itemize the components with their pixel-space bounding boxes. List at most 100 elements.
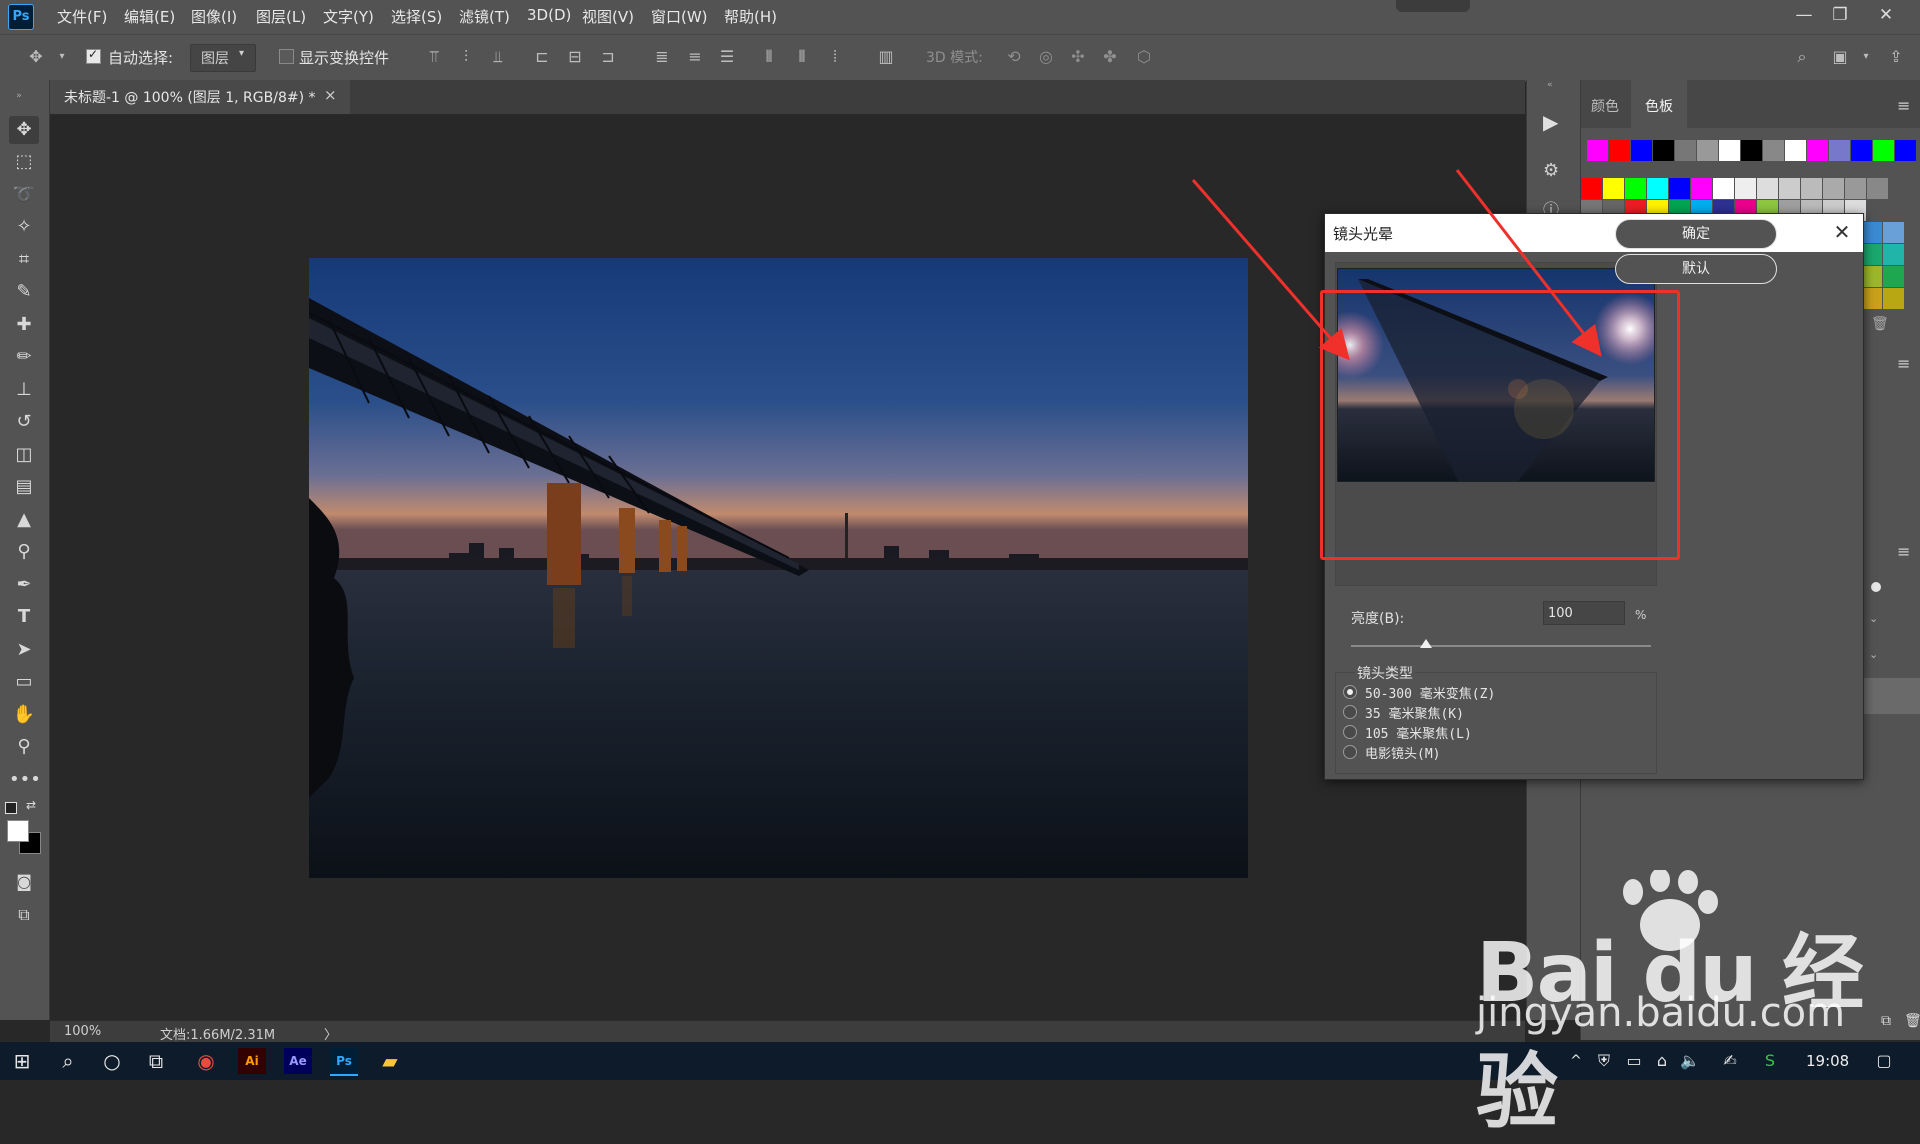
marquee-tool-icon[interactable]: ⬚ xyxy=(9,148,39,176)
ok-button[interactable]: 确定 xyxy=(1615,219,1777,249)
brightness-input[interactable] xyxy=(1543,601,1625,625)
close-icon[interactable]: ✕ xyxy=(1829,219,1855,245)
close-window-icon[interactable]: ✕ xyxy=(1866,2,1906,28)
swatch[interactable] xyxy=(1757,178,1778,199)
type-tool-icon[interactable]: T xyxy=(9,603,39,631)
swatch[interactable] xyxy=(1669,178,1690,199)
magic-wand-tool-icon[interactable]: ✧ xyxy=(9,213,39,241)
distribute-vcenter-icon[interactable]: ≡ xyxy=(685,47,705,67)
illustrator-icon[interactable]: Ai xyxy=(238,1048,266,1074)
align-vcenter-icon[interactable]: ⫶ xyxy=(456,47,476,67)
dialog-titlebar[interactable] xyxy=(1325,214,1863,252)
search-icon[interactable]: ⌕ xyxy=(54,1048,82,1074)
menu-image[interactable]: 图像(I) xyxy=(191,6,237,27)
swatch[interactable] xyxy=(1581,178,1602,199)
align-left-icon[interactable]: ⊏ xyxy=(532,47,552,67)
chevron-down-icon[interactable]: ▾ xyxy=(52,47,72,67)
swatch[interactable] xyxy=(1883,266,1904,287)
rectangle-tool-icon[interactable]: ▭ xyxy=(9,668,39,696)
cortana-icon[interactable]: ○ xyxy=(98,1048,126,1074)
swatch[interactable] xyxy=(1763,140,1784,161)
3d-scale-icon[interactable]: ⬡ xyxy=(1134,47,1154,67)
zoom-level[interactable]: 100% xyxy=(64,1024,101,1039)
swatch[interactable] xyxy=(1861,266,1882,287)
swatch[interactable] xyxy=(1741,140,1762,161)
distribute-bottom-icon[interactable]: ☰ xyxy=(717,47,737,67)
delete-swatch-icon[interactable]: 🗑 xyxy=(1871,316,1889,332)
swatch[interactable] xyxy=(1845,178,1866,199)
show-transform-checkbox[interactable] xyxy=(279,49,294,64)
distribute-top-icon[interactable]: ≣ xyxy=(652,47,672,67)
3d-pan-icon[interactable]: ✣ xyxy=(1068,47,1088,67)
file-explorer-icon[interactable]: ▰ xyxy=(376,1048,404,1074)
menu-select[interactable]: 选择(S) xyxy=(391,6,442,27)
menu-edit[interactable]: 编辑(E) xyxy=(124,6,175,27)
more-tools-icon[interactable]: ••• xyxy=(9,766,41,794)
collapse-strip-icon[interactable]: « xyxy=(1547,80,1553,90)
collapse-icon[interactable]: » xyxy=(4,82,34,110)
swatch[interactable] xyxy=(1829,140,1850,161)
swatch[interactable] xyxy=(1867,178,1888,199)
foreground-color-swatch[interactable] xyxy=(7,820,29,842)
lens-option-label[interactable]: 电影镜头(M) xyxy=(1365,743,1440,762)
layer-mode-select[interactable]: 图层 ▾ xyxy=(190,44,256,72)
stamp-tool-icon[interactable]: ⊥ xyxy=(9,376,39,404)
chevron-down-icon[interactable]: ⌄ xyxy=(1869,648,1878,661)
distribute-left-icon[interactable]: ⦀ xyxy=(759,47,779,67)
panel-menu-icon[interactable]: ≡ xyxy=(1897,354,1910,373)
swatch[interactable] xyxy=(1785,140,1806,161)
chevron-down-icon[interactable]: ⌄ xyxy=(1869,612,1878,625)
lens-radio-movie[interactable] xyxy=(1343,745,1357,759)
tab-swatches[interactable]: 色板 xyxy=(1645,96,1673,116)
swatch[interactable] xyxy=(1631,140,1652,161)
swatch[interactable] xyxy=(1603,178,1624,199)
align-hcenter-icon[interactable]: ⊟ xyxy=(565,47,585,67)
pen-tool-icon[interactable]: ✒ xyxy=(9,571,39,599)
crop-tool-icon[interactable]: ⌗ xyxy=(9,246,39,274)
layer-row-selected[interactable] xyxy=(1861,678,1920,714)
swatch[interactable] xyxy=(1625,178,1646,199)
eyedropper-tool-icon[interactable]: ✎ xyxy=(9,278,39,306)
move-tool-icon[interactable]: ✥ xyxy=(9,116,39,144)
dodge-tool-icon[interactable]: ⚲ xyxy=(9,538,39,566)
lens-option-label[interactable]: 105 毫米聚焦(L) xyxy=(1365,723,1472,742)
canvas-image[interactable] xyxy=(309,258,1248,878)
zoom-tool-icon[interactable]: ⚲ xyxy=(9,733,39,761)
swatch[interactable] xyxy=(1713,178,1734,199)
search-icon[interactable]: ⌕ xyxy=(1792,47,1812,67)
distribute-right-icon[interactable]: ⦙ xyxy=(825,47,845,67)
brightness-slider-thumb[interactable] xyxy=(1420,639,1432,648)
menu-view[interactable]: 视图(V) xyxy=(582,6,634,27)
move-tool-icon[interactable]: ✥ xyxy=(26,47,46,67)
swatch[interactable] xyxy=(1861,288,1882,309)
swatch[interactable] xyxy=(1675,140,1696,161)
panel-menu-icon[interactable]: ≡ xyxy=(1897,542,1910,561)
hand-tool-icon[interactable]: ✋ xyxy=(9,701,39,729)
swatch[interactable] xyxy=(1851,140,1872,161)
menu-type[interactable]: 文字(Y) xyxy=(323,6,374,27)
swatch[interactable] xyxy=(1735,178,1756,199)
swatch[interactable] xyxy=(1647,178,1668,199)
minimize-icon[interactable]: — xyxy=(1784,2,1824,28)
swatch[interactable] xyxy=(1873,140,1894,161)
default-button[interactable]: 默认 xyxy=(1615,254,1777,284)
slider-knob[interactable] xyxy=(1871,582,1881,592)
path-select-tool-icon[interactable]: ➤ xyxy=(9,636,39,664)
properties-icon[interactable]: ⚙ xyxy=(1543,160,1559,181)
panel-menu-icon[interactable]: ≡ xyxy=(1897,96,1910,115)
eraser-tool-icon[interactable]: ◫ xyxy=(9,441,39,469)
swatch[interactable] xyxy=(1779,178,1800,199)
blur-tool-icon[interactable]: ▲ xyxy=(9,506,39,534)
lens-option-label[interactable]: 35 毫米聚焦(K) xyxy=(1365,703,1464,722)
align-top-icon[interactable]: ⫪ xyxy=(424,47,444,67)
chrome-icon[interactable]: ◉ xyxy=(192,1048,220,1074)
lens-radio-35mm[interactable] xyxy=(1343,705,1357,719)
swatch[interactable] xyxy=(1653,140,1674,161)
swatch[interactable] xyxy=(1719,140,1740,161)
swatch[interactable] xyxy=(1883,222,1904,243)
menu-filter[interactable]: 滤镜(T) xyxy=(459,6,510,27)
menu-window[interactable]: 窗口(W) xyxy=(651,6,708,27)
workspace-chevron-icon[interactable]: ▾ xyxy=(1856,47,1876,67)
photoshop-taskbar-icon[interactable]: Ps xyxy=(330,1048,358,1076)
swatch[interactable] xyxy=(1587,140,1608,161)
